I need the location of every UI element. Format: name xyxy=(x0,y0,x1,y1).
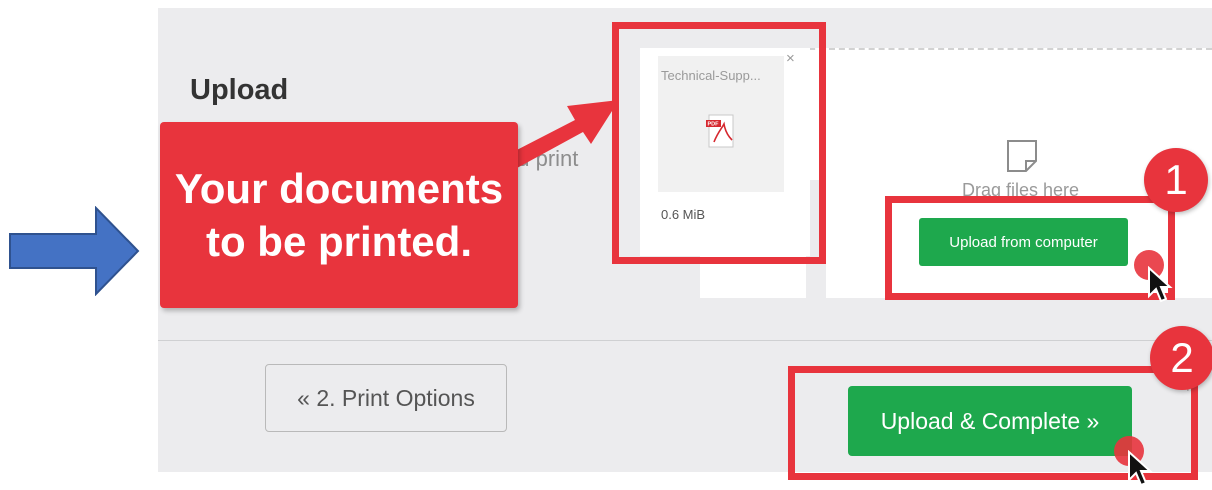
file-highlight-box xyxy=(612,22,826,264)
cursor-icon xyxy=(1128,450,1153,487)
panel-bottom-strip xyxy=(158,472,683,490)
cursor-icon xyxy=(1148,266,1173,303)
note-icon xyxy=(1007,140,1037,172)
documents-callout: Your documents to be printed. xyxy=(160,122,518,308)
blue-arrow-icon xyxy=(9,206,140,296)
step-badge-2: 2 xyxy=(1150,326,1212,390)
page-title: Upload xyxy=(190,74,289,106)
step-badge-1: 1 xyxy=(1144,148,1208,212)
print-options-back-button[interactable]: « 2. Print Options xyxy=(265,364,507,432)
section-divider xyxy=(158,340,1212,341)
pointer-arrow-icon xyxy=(509,100,619,168)
upload-button-highlight-box xyxy=(885,196,1175,300)
